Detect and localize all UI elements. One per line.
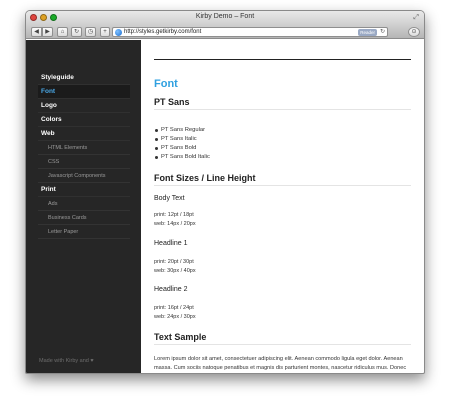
body-text-web: web: 14px / 20px [154,221,196,227]
section-heading-pt-sans: PT Sans [154,97,411,110]
sidebar-item-business-cards[interactable]: Business Cards [38,211,130,225]
font-list: PT Sans Regular PT Sans Italic PT Sans Bol… [154,126,210,162]
headline1-print: print: 20pt / 30pt [154,259,194,265]
browser-toolbar: ◀ ▶ ⌂ ↻ ◷ + http://styles.getkirby.com/f… [26,25,424,39]
sidebar-item-web[interactable]: Web [38,127,130,141]
url-text[interactable]: http://styles.getkirby.com/font [124,29,201,36]
headline2-heading: Headline 2 [154,286,188,293]
sidebar-nav: Styleguide Font Logo Colors Web HTML Elements… [38,71,130,239]
body-text-print: print: 12pt / 18pt [154,212,194,218]
fullscreen-icon[interactable]: ⤢ [413,14,419,22]
body-text-heading: Body Text [154,195,185,202]
window-title: Kirby Demo – Font [195,13,255,20]
headline1-heading: Headline 1 [154,240,188,247]
sidebar-item-ads[interactable]: Ads [38,197,130,211]
section-heading-text-sample: Text Sample [154,332,411,345]
sidebar-footer[interactable]: Made with Kirby and ♥ [39,358,94,364]
page-viewport: Styleguide Font Logo Colors Web HTML Elements… [26,40,424,373]
page-title: Font [154,78,178,90]
main-content: Font PT Sans PT Sans Regular PT Sans Ital… [141,40,424,373]
add-bookmark-button[interactable]: + [100,27,110,37]
list-item: PT Sans Bold Italic [154,153,210,162]
sidebar-item-css[interactable]: CSS [38,155,130,169]
reader-button[interactable]: Reader [358,29,377,36]
sample-paragraph: Lorem ipsum dolor sit amet, consectetuer… [154,356,407,371]
back-button[interactable]: ◀ [31,27,42,37]
sidebar-item-javascript-components[interactable]: Javascript Components [38,169,130,183]
sidebar: Styleguide Font Logo Colors Web HTML Elements… [26,40,141,373]
forward-button[interactable]: ▶ [42,27,53,37]
download-button[interactable]: ⊙ [408,27,420,37]
sidebar-item-logo[interactable]: Logo [38,99,130,113]
list-item: PT Sans Regular [154,126,210,135]
sidebar-item-letter-paper[interactable]: Letter Paper [38,225,130,239]
history-button[interactable]: ◷ [85,27,96,37]
browser-window: Kirby Demo – Font ⤢ ◀ ▶ ⌂ ↻ ◷ + http://s… [25,10,425,374]
address-bar[interactable]: http://styles.getkirby.com/font Reader ↻ [112,27,388,37]
headline2-print: print: 16pt / 24pt [154,305,194,311]
headline2-web: web: 24px / 30px [154,314,196,320]
headline1-web: web: 30px / 40px [154,268,196,274]
sidebar-item-print[interactable]: Print [38,183,130,197]
refresh-icon[interactable]: ↻ [380,28,385,36]
globe-icon [115,29,122,36]
sidebar-item-html-elements[interactable]: HTML Elements [38,141,130,155]
divider [154,59,411,60]
sidebar-item-colors[interactable]: Colors [38,113,130,127]
title-bar: Kirby Demo – Font ⤢ [26,11,424,25]
sidebar-item-font[interactable]: Font [38,85,130,99]
sidebar-item-styleguide[interactable]: Styleguide [38,71,130,85]
reload-button[interactable]: ↻ [71,27,82,37]
list-item: PT Sans Bold [154,144,210,153]
list-item: PT Sans Italic [154,135,210,144]
section-heading-font-sizes: Font Sizes / Line Height [154,173,411,186]
home-button[interactable]: ⌂ [57,27,68,37]
